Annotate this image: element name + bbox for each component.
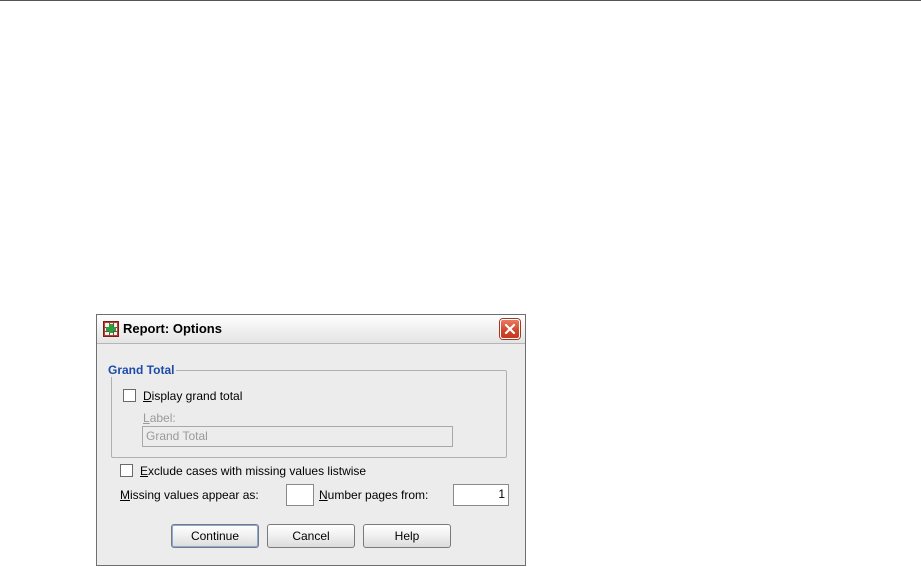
number-pages-field[interactable]: 1: [453, 484, 509, 506]
title-bar[interactable]: Report: Options: [97, 315, 525, 344]
missing-values-field[interactable]: [286, 484, 314, 506]
grand-total-legend: Grand Total: [106, 363, 177, 377]
display-grand-total-label[interactable]: Display grand total: [143, 389, 242, 403]
help-button[interactable]: Help: [363, 524, 451, 548]
app-icon: [103, 321, 119, 337]
exclude-missing-label[interactable]: Exclude cases with missing values listwi…: [140, 464, 366, 478]
missing-values-label: Missing values appear as:: [120, 488, 259, 502]
number-pages-label: Number pages from:: [319, 488, 429, 502]
cancel-button[interactable]: Cancel: [267, 524, 355, 548]
dialog-title: Report: Options: [123, 321, 222, 336]
page-top-rule: [0, 0, 921, 1]
report-options-dialog: Report: Options Grand Total Display gran…: [96, 314, 526, 566]
exclude-missing-checkbox[interactable]: [120, 464, 133, 477]
dialog-body: Grand Total Display grand total Label: G…: [97, 344, 525, 565]
continue-button[interactable]: Continue: [171, 524, 259, 548]
grand-total-label-field[interactable]: Grand Total: [142, 426, 453, 447]
close-icon: [504, 323, 516, 335]
close-button[interactable]: [500, 319, 520, 339]
display-grand-total-checkbox[interactable]: [123, 389, 136, 402]
label-caption: Label:: [143, 411, 176, 425]
